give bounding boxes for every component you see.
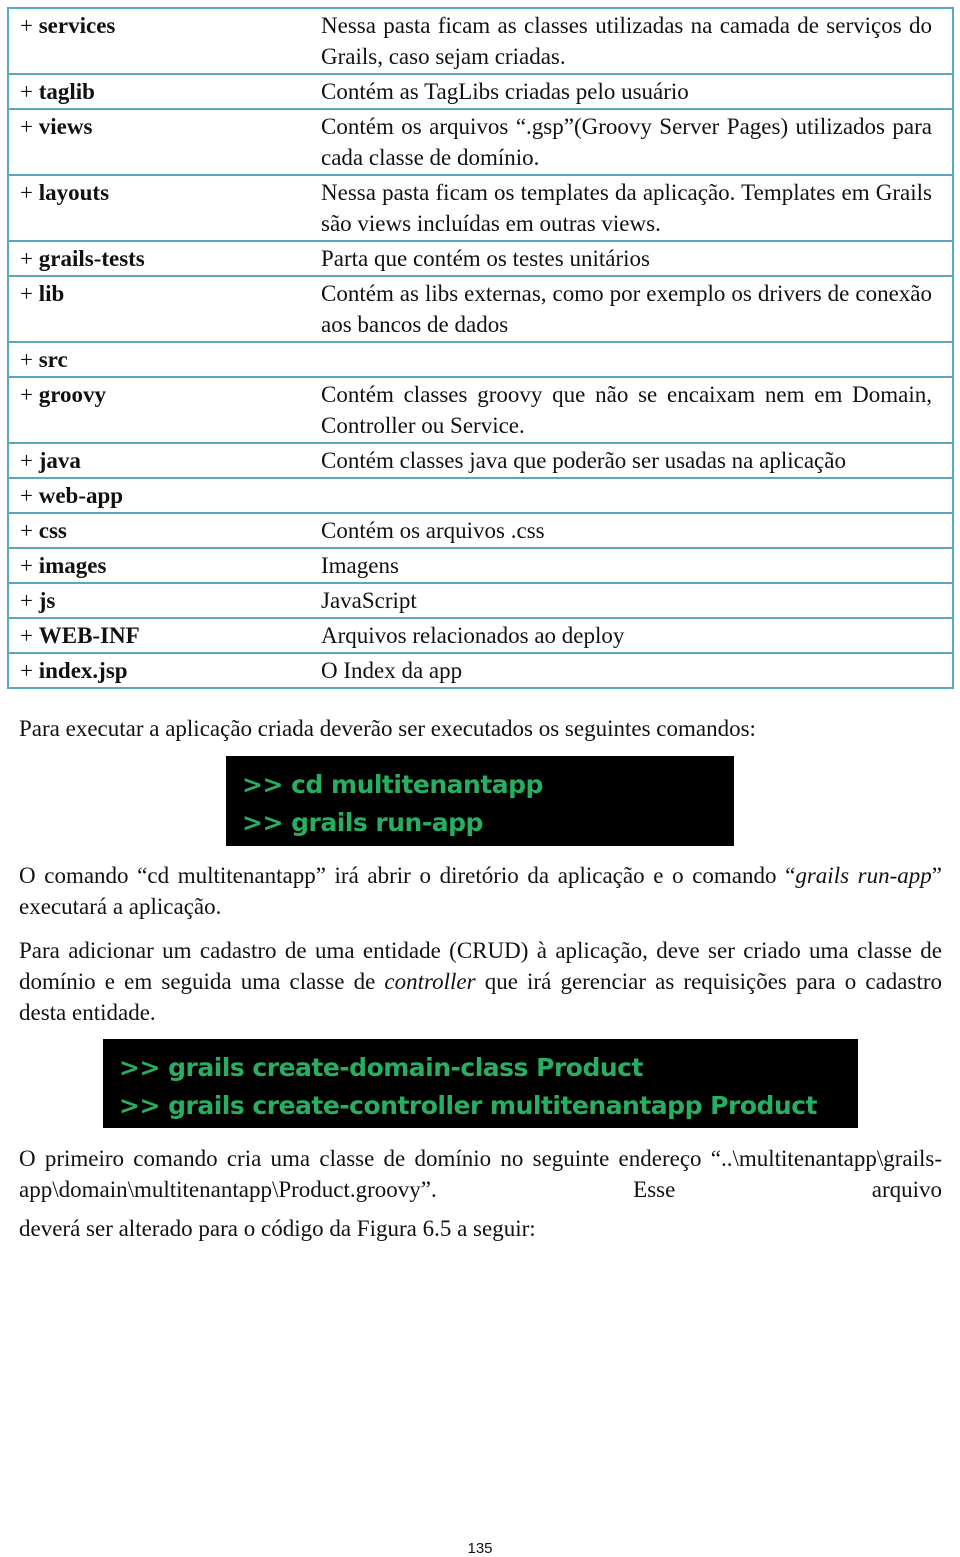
folder-name-cell: + src (9, 344, 321, 375)
folder-name: layouts (38, 180, 110, 205)
folder-name: lib (38, 281, 65, 306)
folder-description-cell: Contém classes groovy que não se encaixa… (321, 382, 932, 438)
folder-description-cell: Arquivos relacionados ao deploy (321, 623, 625, 648)
folder-name: java (38, 448, 81, 473)
folder-description-cell (321, 344, 932, 375)
table-row: + groovy Contém classes groovy que não se… (9, 378, 952, 444)
table-row: + lib Contém as libs externas, como por e… (9, 277, 952, 343)
table-row: + css Contém os arquivos .css (9, 514, 952, 549)
folder-name: taglib (38, 79, 95, 104)
run-intro-paragraph: Para executar a aplicação criada deverão… (19, 716, 756, 741)
folder-description-cell: Nessa pasta ficam as classes utilizadas … (321, 13, 932, 69)
folder-name: index.jsp (38, 658, 128, 683)
folder-name: images (38, 553, 107, 578)
code-line: >> grails run-app (242, 808, 483, 837)
directory-table: + services Nessa pasta ficam as classes u… (7, 7, 954, 689)
table-row: + web-app (9, 479, 952, 514)
folder-name: js (38, 588, 56, 613)
folder-description-cell: JavaScript (321, 588, 417, 613)
folder-description-cell: Imagens (321, 553, 399, 578)
table-row: + grails-tests Parta que contém os testes… (9, 242, 952, 277)
table-row: + index.jsp O Index da app (9, 654, 952, 687)
plus-prefix: + (20, 79, 39, 104)
folder-description-cell: Contém os arquivos .css (321, 518, 545, 543)
text: O comando “cd multitenantapp” irá abrir … (19, 863, 796, 888)
table-row: + src (9, 343, 952, 378)
plus-prefix: + (20, 553, 39, 578)
first-command-paragraph-end: deverá ser alterado para o código da Fig… (19, 1216, 536, 1241)
table-row: + images Imagens (9, 549, 952, 584)
folder-name-cell: + layouts (9, 177, 321, 239)
plus-prefix: + (20, 382, 39, 407)
folder-name-cell: + services (9, 10, 321, 72)
first-command-paragraph: O primeiro comando cria uma classe de do… (19, 1146, 942, 1202)
run-commands-code-block: >> cd multitenantapp >> grails run-app (226, 756, 734, 846)
folder-name-cell: + css (9, 515, 321, 546)
plus-prefix: + (20, 658, 39, 683)
plus-prefix: + (20, 448, 39, 473)
folder-name: css (38, 518, 67, 543)
folder-name: grails-tests (38, 246, 145, 271)
folder-name-cell: + views (9, 111, 321, 173)
table-row: + layouts Nessa pasta ficam os templates … (9, 176, 952, 242)
folder-name-cell: + index.jsp (9, 655, 321, 686)
table-row: + WEB-INF Arquivos relacionados ao deploy (9, 619, 952, 654)
table-row: + java Contém classes java que poderão se… (9, 444, 952, 479)
folder-description-cell: Contém os arquivos “.gsp”(Groovy Server … (321, 114, 932, 170)
folder-description-cell: Nessa pasta ficam os templates da aplica… (321, 180, 932, 236)
table-row: + views Contém os arquivos “.gsp”(Groovy … (9, 110, 952, 176)
folder-description-cell: Parta que contém os testes unitários (321, 246, 650, 271)
folder-name-cell: + lib (9, 278, 321, 340)
run-explain-paragraph: O comando “cd multitenantapp” irá abrir … (19, 860, 942, 922)
folder-name-cell: + js (9, 585, 321, 616)
plus-prefix: + (20, 483, 39, 508)
folder-name: views (38, 114, 93, 139)
plus-prefix: + (20, 180, 39, 205)
plus-prefix: + (20, 623, 39, 648)
table-row: + js JavaScript (9, 584, 952, 619)
folder-name-cell: + groovy (9, 379, 321, 441)
plus-prefix: + (20, 13, 39, 38)
folder-description-cell: Contém as libs externas, como por exempl… (321, 281, 932, 337)
folder-name: WEB-INF (38, 623, 140, 648)
folder-name: services (38, 13, 116, 38)
folder-name-cell: + web-app (9, 480, 321, 511)
table-row: + services Nessa pasta ficam as classes u… (9, 9, 952, 75)
folder-name: src (38, 347, 68, 372)
folder-name-cell: + grails-tests (9, 243, 321, 274)
folder-name-cell: + WEB-INF (9, 620, 321, 651)
folder-name: groovy (38, 382, 107, 407)
plus-prefix: + (20, 588, 39, 613)
crud-paragraph: Para adicionar um cadastro de uma entida… (19, 935, 942, 1028)
italic-text: grails run-app (795, 863, 932, 888)
code-line: >> grails create-domain-class Product (119, 1053, 643, 1082)
code-line: >> grails create-controller multitenanta… (119, 1091, 817, 1120)
plus-prefix: + (20, 347, 39, 372)
plus-prefix: + (20, 281, 39, 306)
folder-name: web-app (38, 483, 124, 508)
plus-prefix: + (20, 518, 39, 543)
code-line: >> cd multitenantapp (242, 770, 543, 799)
plus-prefix: + (20, 246, 39, 271)
table-row: + taglib Contém as TagLibs criadas pelo u… (9, 75, 952, 110)
folder-name-cell: + taglib (9, 76, 321, 107)
folder-description-cell (321, 480, 932, 511)
folder-description-cell: O Index da app (321, 658, 463, 683)
folder-description-cell: Contém as TagLibs criadas pelo usuário (321, 79, 689, 104)
page-number: 135 (467, 1540, 493, 1557)
folder-description-cell: Contém classes java que poderão ser usad… (321, 448, 846, 473)
folder-name-cell: + java (9, 445, 321, 476)
plus-prefix: + (20, 114, 39, 139)
create-commands-code-block: >> grails create-domain-class Product >>… (103, 1039, 858, 1128)
italic-text: controller (384, 969, 476, 994)
folder-name-cell: + images (9, 550, 321, 581)
